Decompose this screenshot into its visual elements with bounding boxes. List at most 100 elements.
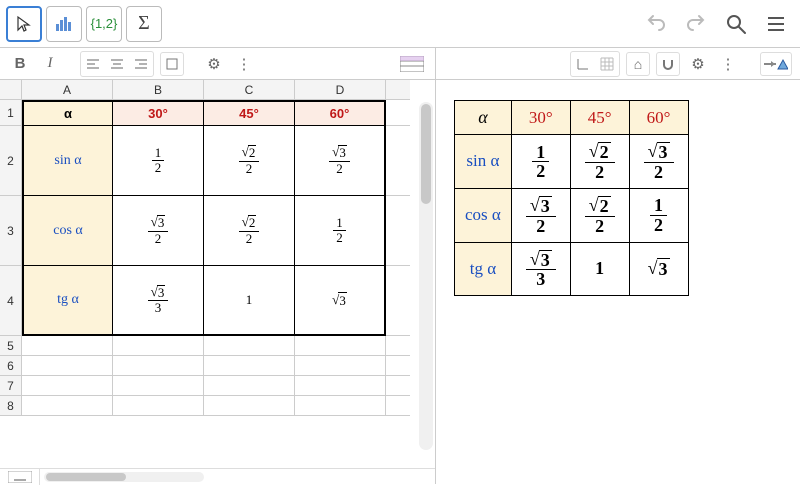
- cell-a8[interactable]: [22, 396, 113, 416]
- pointer-tool[interactable]: [6, 6, 42, 42]
- graphics-pane: ⌂ ⚙ ⋮ α 30° 45° 60° sin α 12 22: [436, 48, 800, 484]
- horizontal-scrollbar[interactable]: [44, 472, 204, 482]
- den: 2: [591, 217, 608, 236]
- cell-a7[interactable]: [22, 376, 113, 396]
- axes-button[interactable]: [571, 52, 595, 76]
- cell-b3[interactable]: 32: [113, 196, 204, 266]
- row-header-1[interactable]: 1: [0, 100, 22, 126]
- cell-alpha-label: α: [64, 106, 72, 121]
- redo-button[interactable]: [678, 6, 714, 42]
- scrollbar-thumb[interactable]: [46, 473, 126, 481]
- more-button[interactable]: ⋮: [232, 52, 256, 76]
- gfx-angle-30: 30°: [511, 101, 570, 135]
- row-header-7[interactable]: 7: [0, 376, 22, 396]
- cell-a3[interactable]: cos α: [22, 196, 113, 266]
- sqrt: 2: [598, 142, 611, 162]
- cell-c1[interactable]: 45°: [204, 100, 295, 126]
- den: 2: [532, 162, 549, 181]
- undo-button[interactable]: [638, 6, 674, 42]
- cell-gutter-8: [386, 396, 410, 416]
- cell-c6[interactable]: [204, 356, 295, 376]
- column-header-b[interactable]: B: [113, 80, 204, 100]
- graphics-canvas[interactable]: α 30° 45° 60° sin α 12 22 32 cos α 32 22…: [436, 80, 800, 484]
- row-header-8[interactable]: 8: [0, 396, 22, 416]
- chart-tool[interactable]: [46, 6, 82, 42]
- cell-d4[interactable]: 3: [295, 266, 386, 336]
- sqrt: 3: [539, 196, 552, 216]
- cell-gutter-6: [386, 356, 410, 376]
- row-header-2[interactable]: 2: [0, 126, 22, 196]
- table-style-button[interactable]: [397, 52, 427, 76]
- cell-c3[interactable]: 22: [204, 196, 295, 266]
- align-left-button[interactable]: [81, 52, 105, 76]
- sqrt: 3: [657, 258, 670, 280]
- settings-button[interactable]: ⚙: [202, 52, 226, 76]
- cell-d3[interactable]: 12: [295, 196, 386, 266]
- vertical-scrollbar[interactable]: [419, 102, 433, 450]
- row-header-4[interactable]: 4: [0, 266, 22, 336]
- cell-b5[interactable]: [113, 336, 204, 356]
- align-right-button[interactable]: [129, 52, 153, 76]
- column-header-a[interactable]: A: [22, 80, 113, 100]
- row-header-3[interactable]: 3: [0, 196, 22, 266]
- search-button[interactable]: [718, 6, 754, 42]
- gfx-angle-45: 45°: [570, 101, 629, 135]
- sigma-tool[interactable]: Σ: [126, 6, 162, 42]
- cell-c4[interactable]: 1: [204, 266, 295, 336]
- bold-button[interactable]: B: [8, 52, 32, 76]
- cell-a6[interactable]: [22, 356, 113, 376]
- graphics-more-button[interactable]: ⋮: [716, 52, 740, 76]
- grid-button[interactable]: [595, 52, 619, 76]
- cell-b8[interactable]: [113, 396, 204, 416]
- cell-d2[interactable]: 32: [295, 126, 386, 196]
- cell-b6[interactable]: [113, 356, 204, 376]
- alpha-symbol: α: [478, 107, 487, 127]
- cell-c7[interactable]: [204, 376, 295, 396]
- cell-b2[interactable]: 12: [113, 126, 204, 196]
- grid-corner[interactable]: [0, 80, 22, 100]
- cell-c2[interactable]: 22: [204, 126, 295, 196]
- border-button[interactable]: [160, 52, 184, 76]
- home-button[interactable]: ⌂: [626, 52, 650, 76]
- sqrt: 3: [657, 142, 670, 162]
- cell-b7[interactable]: [113, 376, 204, 396]
- den: 3: [532, 270, 549, 289]
- cell-a5[interactable]: [22, 336, 113, 356]
- den: 2: [650, 216, 667, 235]
- column-header-d[interactable]: D: [295, 80, 386, 100]
- align-center-button[interactable]: [105, 52, 129, 76]
- frac-num: 1: [152, 146, 165, 161]
- cell-c8[interactable]: [204, 396, 295, 416]
- frac-den: 2: [152, 161, 165, 175]
- graphics-settings-button[interactable]: ⚙: [686, 52, 710, 76]
- spreadsheet-grid[interactable]: A B C D 1 α 30° 45° 60° 2 sin α 12 22 32: [0, 80, 435, 468]
- cell-a1[interactable]: α: [22, 100, 113, 126]
- scrollbar-thumb[interactable]: [421, 104, 431, 204]
- cell-b1[interactable]: 30°: [113, 100, 204, 126]
- keyboard-icon[interactable]: [0, 469, 40, 485]
- frac-den: 2: [152, 232, 165, 246]
- cell-d7[interactable]: [295, 376, 386, 396]
- cell-d8[interactable]: [295, 396, 386, 416]
- cell-gutter-1: [386, 100, 410, 126]
- menu-button[interactable]: [758, 6, 794, 42]
- bottom-bar: [0, 468, 435, 484]
- row-header-5[interactable]: 5: [0, 336, 22, 356]
- gfx-sin-60: 32: [629, 135, 688, 189]
- column-header-c[interactable]: C: [204, 80, 295, 100]
- cell-d5[interactable]: [295, 336, 386, 356]
- frac-den: 2: [333, 162, 346, 176]
- cell-c5[interactable]: [204, 336, 295, 356]
- cell-a2[interactable]: sin α: [22, 126, 113, 196]
- italic-button[interactable]: I: [38, 52, 62, 76]
- cell-d6[interactable]: [295, 356, 386, 376]
- sqrt-val: 2: [248, 215, 257, 230]
- row-header-6[interactable]: 6: [0, 356, 22, 376]
- cell-d1[interactable]: 60°: [295, 100, 386, 126]
- cell-a4[interactable]: tg α: [22, 266, 113, 336]
- triangle-tool-button[interactable]: [760, 52, 792, 76]
- magnet-button[interactable]: [656, 52, 680, 76]
- list-tool[interactable]: {1,2}: [86, 6, 122, 42]
- gfx-tg-45: 1: [570, 242, 629, 296]
- cell-b4[interactable]: 33: [113, 266, 204, 336]
